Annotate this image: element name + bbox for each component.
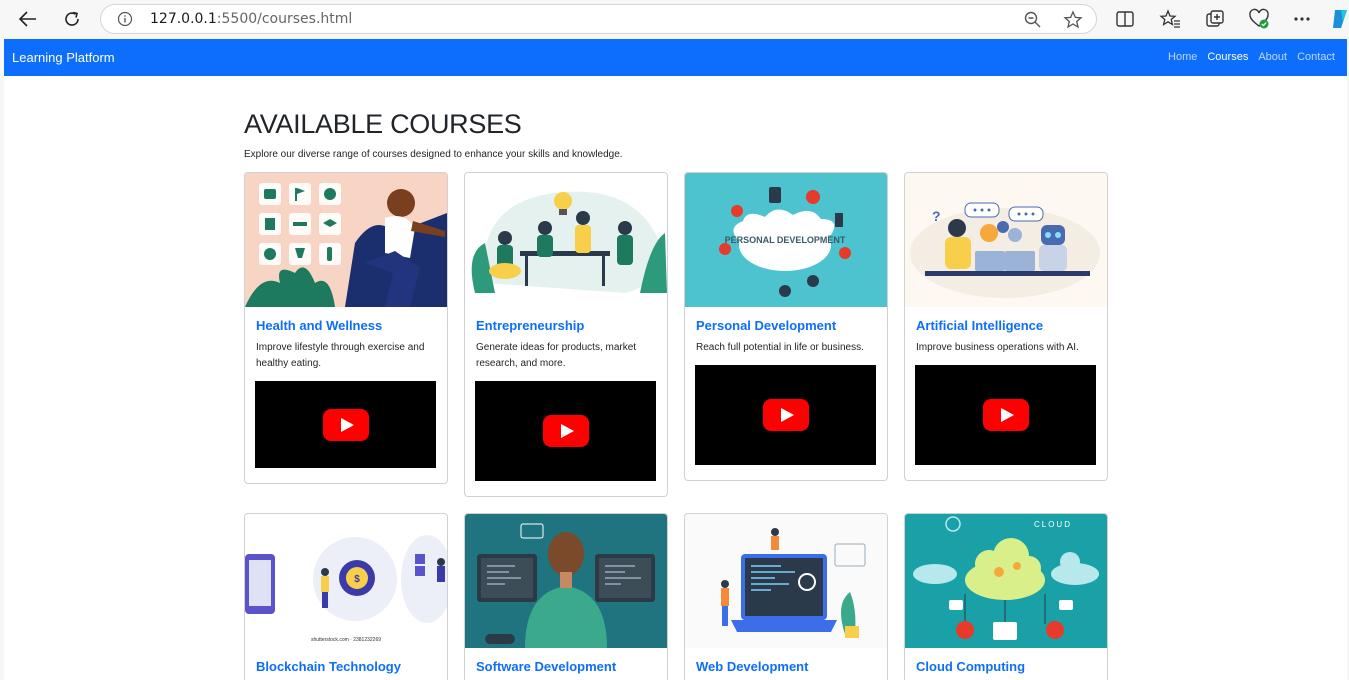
course-description: Improve business operations with AI. [916,342,1079,353]
course-card-web-development: Web Development [684,513,888,680]
course-description: Generate ideas for products, market rese… [476,342,637,369]
course-title[interactable]: Personal Development [696,318,836,333]
course-title[interactable]: Cloud Computing [916,659,1025,674]
course-title[interactable]: Entrepreneurship [476,318,584,333]
course-card-software-development: Software Development [464,513,668,680]
youtube-video[interactable] [255,381,436,468]
zoom-icon[interactable] [1023,10,1043,30]
favorite-star-icon[interactable] [1063,10,1083,30]
collections-icon[interactable] [1204,8,1226,30]
course-title[interactable]: Blockchain Technology [256,659,401,674]
nav-link-contact[interactable]: Contact [1297,51,1335,63]
page-title: AVAILABLE COURSES [244,109,522,139]
course-description: Improve lifestyle through exercise and h… [256,342,425,369]
course-description: Reach full potential in life or business… [696,342,864,353]
address-bar[interactable]: 127.0.0.1:5500/courses.html [100,4,1097,34]
course-card-ai: ? Artificial Intelligence Improve busine… [904,172,1108,481]
developer-illustration [465,514,667,648]
course-title[interactable]: Software Development [476,659,616,674]
youtube-play-icon[interactable] [322,408,369,441]
ai-robot-illustration: ? [905,173,1107,307]
image-caption: PERSONAL DEVELOPMENT [725,235,846,245]
health-illustration [245,173,447,307]
youtube-play-icon[interactable] [762,399,809,431]
browser-toolbar: 127.0.0.1:5500/courses.html [0,0,1349,38]
back-icon[interactable] [14,6,42,32]
refresh-icon[interactable] [58,6,86,32]
youtube-video[interactable] [695,365,876,465]
youtube-video[interactable] [915,365,1096,465]
course-title[interactable]: Artificial Intelligence [916,318,1043,333]
favorites-icon[interactable] [1159,8,1181,30]
nav-link-courses[interactable]: Courses [1207,51,1248,63]
navbar: Learning Platform Home Courses About Con… [4,39,1347,76]
page-viewport: Learning Platform Home Courses About Con… [4,39,1347,680]
web-dev-illustration [685,514,887,648]
page-subtitle: Explore our diverse range of courses des… [244,149,623,160]
cloud-label: CLOUD [1034,520,1072,529]
course-card-health: Health and Wellness Improve lifestyle th… [244,172,448,484]
course-title[interactable]: Health and Wellness [256,318,382,333]
navbar-brand[interactable]: Learning Platform [12,50,115,65]
course-title[interactable]: Web Development [696,659,808,674]
course-card-entrepreneurship: Entrepreneurship Generate ideas for prod… [464,172,668,497]
youtube-play-icon[interactable] [982,399,1029,431]
more-options-icon[interactable] [1291,8,1313,30]
watermark-text: shutterstock.com · 2381232269 [311,637,381,643]
nav-links: Home Courses About Contact [1168,51,1335,63]
nav-link-home[interactable]: Home [1168,51,1197,63]
split-screen-icon[interactable] [1114,8,1136,30]
blockchain-illustration: $ shutterstock.com · 2381232269 [245,514,447,648]
svg-text:$: $ [354,574,360,585]
course-card-cloud-computing: CLOUD Cloud Computing [904,513,1108,680]
browser-essentials-icon[interactable] [1248,8,1270,30]
youtube-video[interactable] [475,381,656,481]
personal-development-illustration: PERSONAL DEVELOPMENT [685,173,887,307]
info-icon[interactable] [117,11,133,27]
svg-text:?: ? [932,208,941,224]
course-card-blockchain: $ shutterstock.com · 2381232269 Blockcha… [244,513,448,680]
cloud-illustration: CLOUD [905,514,1107,648]
url-text: 127.0.0.1:5500/courses.html [150,11,353,27]
course-card-personal-development: PERSONAL DEVELOPMENT Personal Developmen… [684,172,888,481]
copilot-icon[interactable] [1331,8,1349,30]
youtube-play-icon[interactable] [542,415,589,447]
team-meeting-illustration [465,173,667,307]
nav-link-about[interactable]: About [1258,51,1287,63]
